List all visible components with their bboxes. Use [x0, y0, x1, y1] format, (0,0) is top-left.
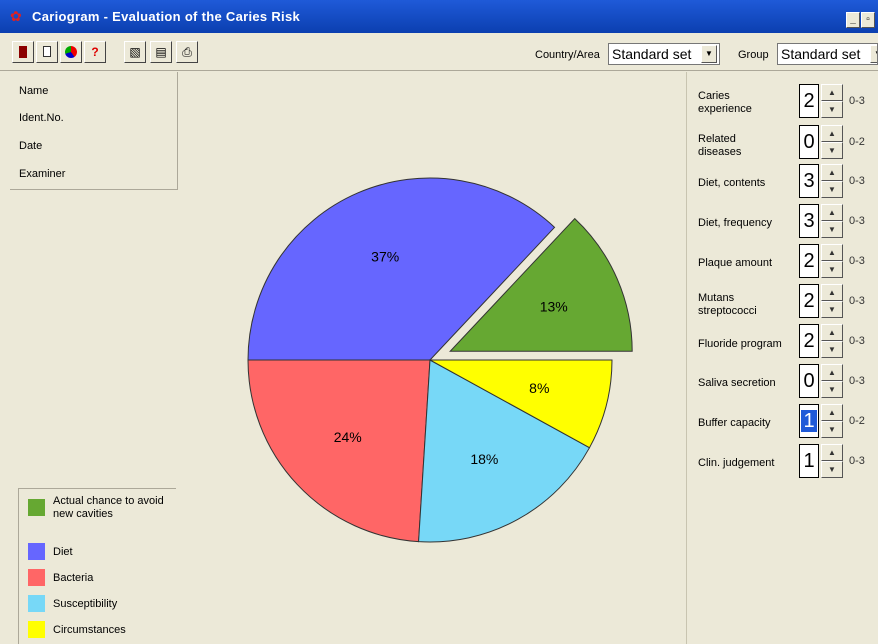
group-select-value: Standard set [781, 46, 861, 62]
legend-swatch [28, 543, 45, 560]
spinner-down-button[interactable]: ▼ [821, 421, 843, 438]
legend-swatch [28, 499, 45, 516]
param-value-field[interactable]: 1 [799, 404, 819, 438]
minimize-button[interactable]: _ [846, 12, 860, 28]
exit-icon[interactable] [12, 41, 34, 63]
param-label: Plaque amount [698, 257, 772, 269]
spinner-down-button[interactable]: ▼ [821, 461, 843, 478]
param-range: 0-3 [849, 295, 865, 307]
spinner-down-button[interactable]: ▼ [821, 181, 843, 198]
param-value-field[interactable]: 0 [799, 364, 819, 398]
group-label: Group [738, 49, 769, 61]
param-value-field[interactable]: 3 [799, 164, 819, 198]
app-logo-icon: ✿ [10, 8, 22, 24]
param-value-field[interactable]: 2 [799, 84, 819, 118]
group-select[interactable]: Standard set ▼ [777, 43, 878, 65]
param-label: Clin. judgement [698, 457, 775, 469]
examiner-label: Examiner [19, 168, 66, 180]
chevron-down-icon[interactable]: ▼ [870, 45, 877, 63]
pie-chart-icon[interactable] [60, 41, 82, 63]
param-range: 0-3 [849, 95, 865, 107]
country-label: Country/Area [535, 49, 600, 61]
param-value-field[interactable]: 2 [799, 244, 819, 278]
param-value-field[interactable]: 2 [799, 324, 819, 358]
report-icon[interactable]: ▧ [124, 41, 146, 63]
pie-slice-label: 18% [470, 451, 498, 467]
name-label: Name [19, 85, 49, 97]
spinner-down-button[interactable]: ▼ [821, 301, 843, 318]
ident-no-label: Ident.No. [19, 112, 64, 124]
spinner-down-button[interactable]: ▼ [821, 142, 843, 159]
pie-chart-svg: 13% 37% 24% 18% 8% [247, 177, 633, 543]
param-range: 0-3 [849, 175, 865, 187]
legend-swatch [28, 595, 45, 612]
spinner-up-button[interactable]: ▲ [821, 284, 843, 301]
caries-risk-pie-chart: 13% 37% 24% 18% 8% [230, 170, 650, 563]
param-range: 0-3 [849, 455, 865, 467]
param-label: Diet, contents [698, 177, 766, 189]
spinner-up-button[interactable]: ▲ [821, 84, 843, 101]
window-title: Cariogram - Evaluation of the Caries Ris… [32, 9, 301, 24]
toolbar-divider [0, 70, 878, 71]
spinner-up-button[interactable]: ▲ [821, 444, 843, 461]
spinner-down-button[interactable]: ▼ [821, 341, 843, 358]
new-document-icon[interactable] [36, 41, 58, 63]
spinner-up-button[interactable]: ▲ [821, 125, 843, 142]
legend-label: Diet [53, 546, 73, 558]
chevron-down-icon[interactable]: ▼ [701, 45, 717, 63]
param-range: 0-3 [849, 375, 865, 387]
param-value-field[interactable]: 0 [799, 125, 819, 159]
restore-button[interactable]: ▫ [861, 12, 875, 28]
chart-legend: Actual chance to avoid new cavities Diet … [18, 488, 176, 644]
param-label: Diet, frequency [698, 217, 772, 229]
param-range: 0-3 [849, 335, 865, 347]
pie-slice-label: 24% [334, 429, 362, 445]
legend-label: Bacteria [53, 572, 94, 584]
param-label: Related diseases [698, 133, 742, 158]
toolbar: ? ▧ ▤ ⎙ Country/Area Standard set ▼ Grou… [0, 33, 878, 71]
spinner-up-button[interactable]: ▲ [821, 164, 843, 181]
legend-label: Susceptibility [53, 598, 118, 610]
param-value-field[interactable]: 3 [799, 204, 819, 238]
pie-slice-label: 8% [529, 380, 549, 396]
param-value-field[interactable]: 1 [799, 444, 819, 478]
country-select-value: Standard set [612, 46, 692, 62]
legend-label: Circumstances [53, 624, 126, 636]
spinner-up-button[interactable]: ▲ [821, 404, 843, 421]
country-select[interactable]: Standard set ▼ [608, 43, 720, 65]
param-value-field[interactable]: 2 [799, 284, 819, 318]
legend-swatch [28, 621, 45, 638]
pie-slice-label: 37% [371, 248, 399, 264]
param-range: 0-2 [849, 415, 865, 427]
spinner-up-button[interactable]: ▲ [821, 204, 843, 221]
param-label: Buffer capacity [698, 417, 771, 429]
param-range: 0-3 [849, 215, 865, 227]
help-icon[interactable]: ? [84, 41, 106, 63]
spinner-up-button[interactable]: ▲ [821, 324, 843, 341]
print-icon[interactable]: ⎙ [176, 41, 198, 63]
param-label: Mutans streptococci [698, 292, 757, 317]
param-label: Saliva secretion [698, 377, 776, 389]
spinner-up-button[interactable]: ▲ [821, 244, 843, 261]
spinner-down-button[interactable]: ▼ [821, 381, 843, 398]
selected-value: 1 [801, 410, 817, 432]
param-label: Caries experience [698, 90, 752, 115]
patient-info-panel: Name Ident.No. Date Examiner [10, 72, 178, 190]
spinner-up-button[interactable]: ▲ [821, 364, 843, 381]
parameters-panel: Caries experience 2 ▲ ▼ 0-3 Related diseas… [686, 72, 878, 644]
legend-label: Actual chance to avoid new cavities [53, 495, 164, 520]
pie-slice [247, 359, 431, 543]
spinner-down-button[interactable]: ▼ [821, 101, 843, 118]
date-label: Date [19, 140, 43, 152]
spinner-down-button[interactable]: ▼ [821, 261, 843, 278]
param-label: Fluoride program [698, 338, 782, 350]
spinner-down-button[interactable]: ▼ [821, 221, 843, 238]
param-range: 0-2 [849, 136, 865, 148]
param-range: 0-3 [849, 255, 865, 267]
title-bar: ✿ Cariogram - Evaluation of the Caries R… [0, 0, 878, 33]
notes-icon[interactable]: ▤ [150, 41, 172, 63]
pie-slice-label: 13% [540, 298, 568, 314]
legend-swatch [28, 569, 45, 586]
